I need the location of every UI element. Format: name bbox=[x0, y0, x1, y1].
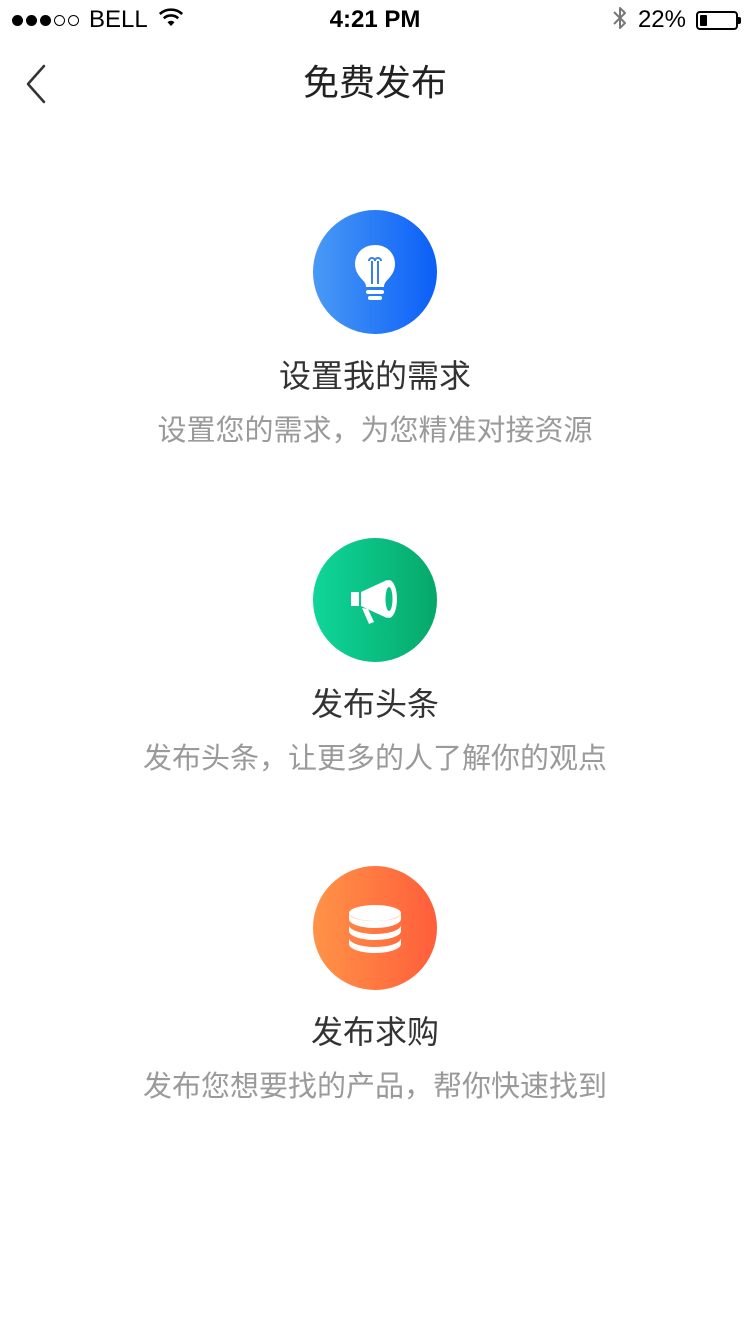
option-description: 设置您的需求，为您精准对接资源 bbox=[157, 413, 593, 447]
megaphone-icon bbox=[351, 580, 397, 624]
option-title: 设置我的需求 bbox=[278, 357, 471, 395]
battery-level-fill bbox=[700, 14, 707, 26]
bluetooth-icon bbox=[612, 5, 628, 35]
megaphone-icon-circle bbox=[313, 538, 437, 662]
battery-icon bbox=[696, 10, 741, 30]
status-bar-right: 22% bbox=[612, 5, 741, 35]
lightbulb-icon bbox=[355, 245, 395, 300]
battery-percent: 22% bbox=[637, 6, 686, 33]
option-publish-purchase-request[interactable]: 发布求购 发布您想要找的产品，帮你快速找到 bbox=[0, 866, 750, 1106]
option-description: 发布您想要找的产品，帮你快速找到 bbox=[142, 1069, 607, 1103]
status-bar: BELL 4:21 PM 22% bbox=[0, 0, 750, 40]
option-publish-headline[interactable]: 发布头条 发布头条，让更多的人了解你的观点 bbox=[0, 538, 750, 778]
option-title: 发布头条 bbox=[310, 685, 439, 723]
coin-stack-icon-circle bbox=[313, 866, 437, 990]
lightbulb-icon-circle bbox=[313, 210, 437, 334]
option-set-requirement[interactable]: 设置我的需求 设置您的需求，为您精准对接资源 bbox=[0, 210, 750, 450]
option-title: 发布求购 bbox=[310, 1013, 439, 1051]
option-description: 发布头条，让更多的人了解你的观点 bbox=[142, 741, 607, 775]
coin-stack-icon bbox=[349, 905, 401, 953]
page-title: 免费发布 bbox=[302, 63, 447, 104]
navigation-bar: 免费发布 bbox=[0, 40, 750, 128]
